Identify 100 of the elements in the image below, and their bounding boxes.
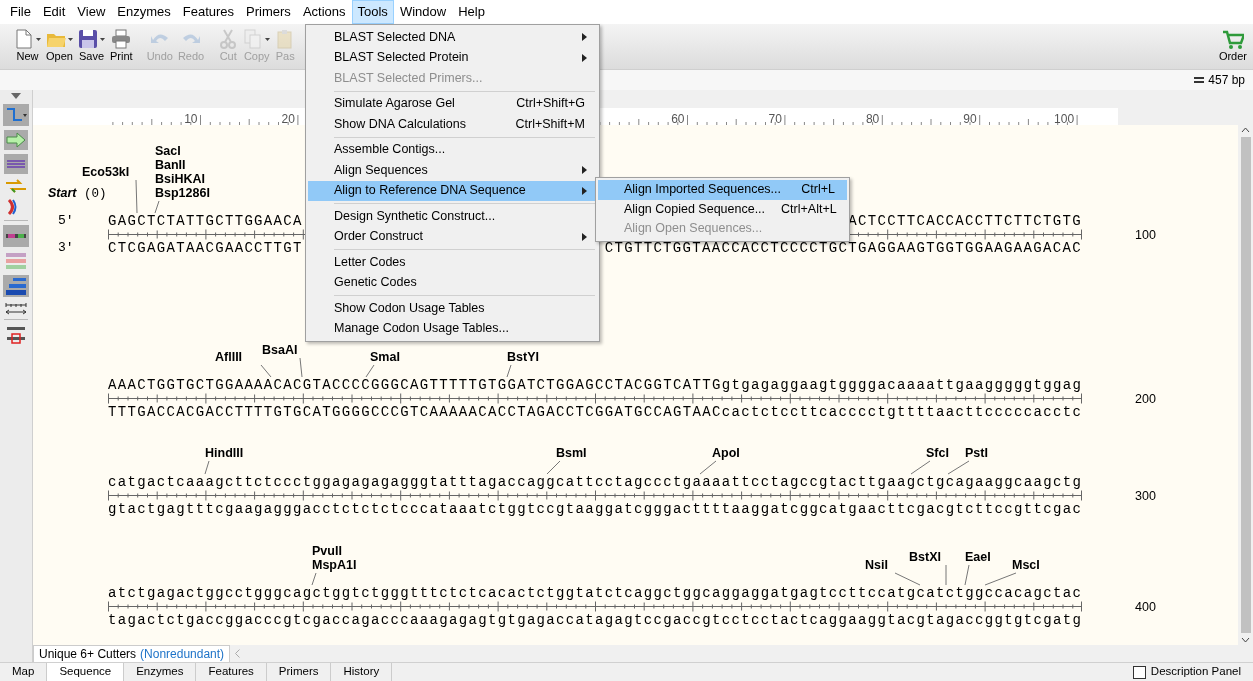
dropdown-arrow-icon — [265, 37, 271, 41]
copy-icon — [243, 29, 264, 49]
menu-item[interactable]: BLAST Selected DNA — [308, 27, 597, 48]
description-panel-checkbox[interactable] — [1132, 665, 1146, 679]
scrollbar-thumb[interactable] — [1240, 137, 1251, 633]
menu-item[interactable]: Window — [393, 0, 453, 24]
menu-item[interactable]: Genetic Codes — [308, 272, 597, 293]
start-label: Start (0) — [48, 186, 107, 201]
menu-item[interactable]: Actions — [296, 0, 352, 24]
enzyme-label[interactable]: BsaAI — [262, 343, 298, 357]
feature-bar-icon[interactable] — [3, 225, 29, 247]
enzyme-label[interactable]: BstYI — [507, 350, 539, 364]
enzyme-label[interactable]: NsiI — [865, 558, 888, 572]
enzyme-label[interactable]: PvuII — [312, 544, 342, 558]
menu-item[interactable]: Letter Codes — [308, 252, 597, 273]
enzyme-label[interactable]: HindIII — [205, 446, 244, 460]
leader-line — [699, 461, 717, 474]
scale-ruler-icon[interactable] — [4, 301, 28, 315]
leader-line — [154, 201, 160, 213]
leader-line — [365, 365, 375, 377]
new-button[interactable]: New — [12, 28, 43, 63]
enzyme-label[interactable]: PstI — [965, 446, 988, 460]
shopping-cart-icon — [1221, 28, 1244, 50]
ruler-label: 70 — [768, 112, 782, 125]
menu-item[interactable]: Primers — [240, 0, 297, 24]
order-button[interactable]: Order — [1216, 28, 1249, 63]
enzyme-label[interactable]: SfcI — [926, 446, 949, 460]
strand-swap-icon[interactable] — [4, 154, 28, 174]
enzyme-label[interactable]: MscI — [1012, 558, 1040, 572]
position-number: 200 — [1135, 391, 1156, 408]
menu-item[interactable]: Features — [176, 0, 241, 24]
enzyme-label[interactable]: SacI — [155, 144, 181, 158]
ruler-label: 20 — [281, 112, 295, 125]
dna-sequence: tagactctgaccggacccgtcgaccagacccaaagagagtgtgagaccatagagtccgaccgtcctcctactcaggaaggtacgtagaccggtgtcgatg — [108, 612, 1083, 628]
menu-item[interactable]: Manage Codon Usage Tables... — [308, 318, 597, 339]
ruler-label: 90 — [963, 112, 977, 125]
collapse-arrow-icon[interactable] — [10, 92, 22, 100]
view-tab[interactable]: Sequence — [47, 663, 125, 681]
position-number: 300 — [1135, 488, 1156, 505]
leader-line — [894, 573, 921, 585]
enzyme-set-tab[interactable]: Unique 6+ Cutters (Nonredundant) — [33, 645, 231, 662]
dna-sequence: gtactgagtttcgaagagggacctctctctcccataaatctggtccgtaaggatcgggacttttaaggatcggcatgaacttcgacgtcttccgttcgac — [108, 501, 1083, 517]
enzyme-label[interactable]: Bsp1286I — [155, 186, 210, 200]
submenu-arrow-icon — [582, 166, 587, 174]
menu-item[interactable]: Align Imported Sequences... Ctrl+L — [598, 180, 847, 200]
enzyme-label[interactable]: BsmI — [556, 446, 587, 460]
dna-sequence: GAGCTCTATTGCTTGGAACA — [108, 213, 303, 229]
enzyme-label[interactable]: ApoI — [712, 446, 740, 460]
dna-sequence: TTTGACCACGACCTTTTGTGCATGGGGCCCGTCAAAAACACCTAGACCTCGGATGCCAGTAACcactctccttcacccctgttttaacttcccccacctc — [108, 404, 1083, 420]
menu-item[interactable]: Enzymes — [111, 0, 177, 24]
sequence-colors-icon[interactable] — [4, 251, 28, 271]
enzyme-label[interactable]: SmaI — [370, 350, 400, 364]
enzyme-label[interactable]: BsiHKAI — [155, 172, 205, 186]
strand-end-label: 5′ — [58, 213, 74, 229]
menu-item[interactable]: Order Construct — [308, 226, 597, 247]
menu-item[interactable]: View — [71, 0, 112, 24]
menu-item[interactable]: Simulate Agarose Gel Ctrl+Shift+G — [308, 93, 597, 114]
submenu-arrow-icon — [582, 33, 587, 41]
dropdown-arrow-icon — [36, 37, 41, 41]
menu-item[interactable]: Edit — [36, 0, 72, 24]
save-button[interactable]: Save — [76, 28, 107, 63]
menu-item[interactable]: File — [4, 0, 37, 24]
leader-line — [260, 365, 272, 377]
ruler-label: 80 — [865, 112, 880, 125]
leader-line — [299, 358, 303, 377]
enzyme-label[interactable]: AflIII — [215, 350, 243, 364]
menu-item[interactable]: Show Codon Usage Tables — [308, 298, 597, 319]
dna-sequence: CTCGAGATAACGAACCTTGT — [108, 240, 303, 256]
scissors-icon — [218, 29, 239, 49]
menu-item[interactable]: Design Synthetic Construct... — [308, 206, 597, 227]
open-button[interactable]: Open — [44, 28, 75, 63]
new-document-icon — [14, 29, 34, 49]
leader-line — [311, 573, 317, 585]
menu-item[interactable]: Tools — [351, 0, 394, 24]
enzyme-label[interactable]: Eco53kI — [82, 165, 130, 179]
leader-line — [546, 461, 561, 474]
leader-line — [204, 461, 210, 474]
enzyme-label[interactable]: EaeI — [965, 550, 991, 564]
sequence-length: 457 bp — [1208, 72, 1245, 89]
enzyme-label[interactable]: MspA1I — [312, 558, 357, 572]
arrow-tool-icon[interactable] — [4, 130, 28, 150]
menu-item[interactable]: Align Copied Sequence... Ctrl+Alt+L — [598, 199, 847, 219]
print-button[interactable]: Print — [108, 28, 135, 63]
translate-arrows-icon[interactable] — [4, 178, 28, 194]
amino-acids-icon[interactable] — [3, 275, 29, 297]
menu-item[interactable]: Help — [452, 0, 491, 24]
menu-item[interactable]: Show DNA Calculations Ctrl+Shift+M — [308, 114, 597, 135]
leader-line — [135, 180, 138, 213]
menu-item[interactable]: BLAST Selected Protein — [308, 47, 597, 68]
dna-sequence: atctgagactggcctgggcagctggtctgggtttctctcacactctggtatctcaggctggcaggaggatgagtccttccatgcatctggccacagctac — [108, 585, 1083, 601]
ruler-label: 100 — [1054, 112, 1075, 125]
enzyme-label[interactable]: BstXI — [909, 550, 941, 564]
leader-line — [910, 461, 931, 474]
checkbox-label: Description Panel — [1150, 664, 1241, 680]
enzyme-label[interactable]: BanII — [155, 158, 186, 172]
strand-end-label: 3′ — [58, 240, 74, 256]
menu-item[interactable]: Assemble Contigs... — [308, 139, 597, 160]
menu-item[interactable]: Align Sequences — [308, 160, 597, 181]
menu-item[interactable]: Align to Reference DNA Sequence — [308, 180, 597, 201]
codon-change-icon[interactable] — [5, 324, 27, 346]
